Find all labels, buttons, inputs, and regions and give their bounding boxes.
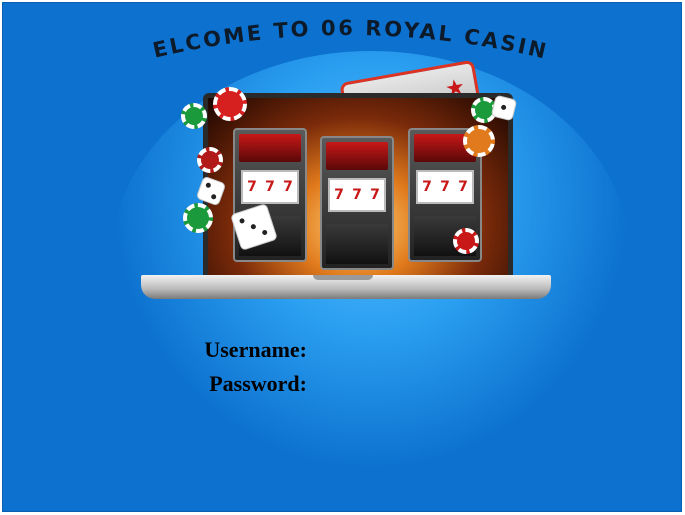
login-button[interactable] — [243, 443, 293, 453]
page-title-text: WELCOME TO 06 ROYAL CASINO — [140, 2, 551, 64]
casino-chip-icon — [453, 228, 479, 254]
login-page: WELCOME TO 06 ROYAL CASINO ★ 777 777 777 — [2, 2, 682, 512]
casino-chip-icon — [181, 103, 207, 129]
laptop-screen: 777 777 777 — [203, 93, 513, 285]
casino-chip-icon — [197, 147, 223, 173]
username-label: Username: — [204, 337, 307, 362]
laptop-notch — [313, 275, 373, 280]
password-label: Password: — [209, 371, 307, 396]
password-input[interactable] — [313, 371, 497, 397]
casino-laptop-illustration: ★ 777 777 777 — [123, 59, 563, 313]
casino-chip-icon — [463, 125, 495, 157]
slot-machine-icon: 777 — [320, 136, 394, 270]
casino-chip-icon — [183, 203, 213, 233]
username-input[interactable] — [313, 337, 497, 363]
casino-chip-icon — [213, 87, 247, 121]
page-title: WELCOME TO 06 ROYAL CASINO — [140, 3, 548, 64]
